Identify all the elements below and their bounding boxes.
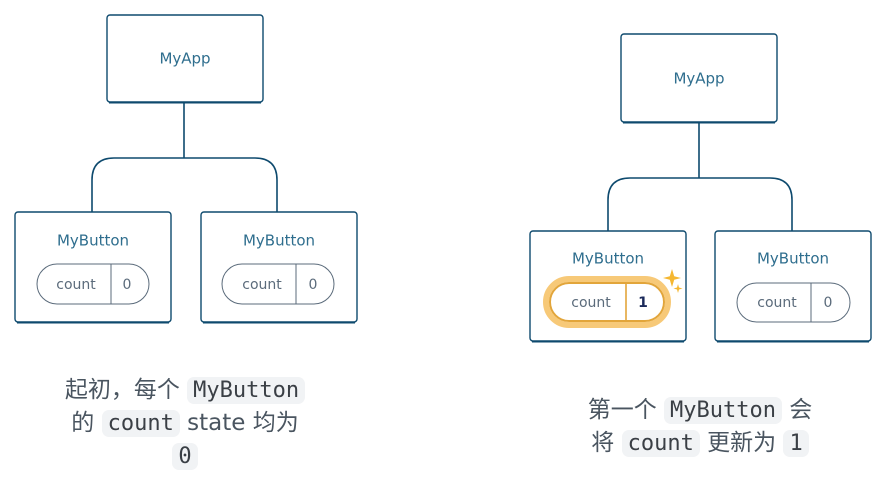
right-child-2-state-name: count [757, 295, 797, 311]
left-caption-line-3: 0 [20, 440, 350, 473]
code-zero: 0 [172, 443, 198, 470]
code-mybutton: MyButton [664, 397, 782, 424]
code-count: count [101, 410, 180, 437]
right-child-2-state-value: 0 [824, 295, 833, 311]
right-caption: 第一个 MyButton 会 将 count 更新为 1 [530, 394, 870, 460]
right-child-1: MyButton count 1 [529, 230, 687, 343]
left-caption: 起初，每个 MyButton 的 count state 均为 0 [20, 374, 350, 473]
left-child-2-state-name: count [242, 277, 282, 293]
left-child-2-state-pill: count 0 [221, 263, 335, 305]
left-child-1: MyButton count 0 [14, 211, 172, 324]
left-caption-line-2: 的 count state 均为 [71, 410, 299, 437]
left-child-2-state-value: 0 [309, 277, 318, 293]
left-connector [91, 102, 278, 212]
left-child-1-state-value: 0 [123, 277, 132, 293]
right-caption-line-1: 第一个 MyButton 会 [587, 397, 813, 424]
left-child-2: MyButton count 0 [200, 211, 358, 324]
left-root-node: MyApp [106, 14, 264, 104]
left-child-1-state-pill: count 0 [36, 263, 150, 305]
left-child-1-state-name: count [56, 277, 96, 293]
right-child-2-state-pill: count 0 [736, 282, 851, 323]
right-child-1-state-name: count [571, 295, 611, 311]
code-one: 1 [783, 430, 809, 457]
left-tree: MyApp MyButton count 0 MyButton count 0 [14, 14, 358, 324]
right-connector [607, 122, 793, 231]
right-root-node: MyApp [620, 33, 778, 124]
right-tree: MyApp MyButton count 1 MyButton count 0 [529, 33, 872, 343]
code-count: count [621, 430, 700, 457]
right-child-1-state-pill-highlighted: count 1 [543, 276, 671, 328]
right-root-label: MyApp [673, 70, 724, 88]
right-caption-line-2: 将 count 更新为 1 [530, 427, 870, 460]
right-child-1-state-value: 1 [638, 295, 648, 311]
left-child-1-label: MyButton [57, 232, 129, 250]
code-mybutton: MyButton [187, 377, 306, 404]
right-child-1-label: MyButton [572, 250, 644, 268]
left-child-2-label: MyButton [243, 232, 315, 250]
left-root-label: MyApp [159, 50, 210, 68]
right-child-2-label: MyButton [757, 250, 829, 268]
right-child-2: MyButton count 0 [714, 230, 872, 343]
left-caption-line-1: 起初，每个 MyButton [20, 374, 350, 407]
